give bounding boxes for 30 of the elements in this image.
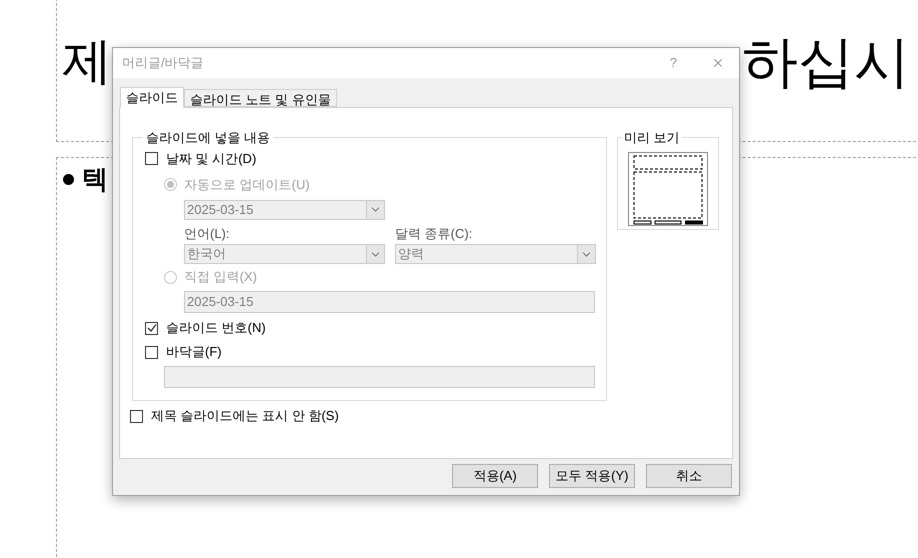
checkbox-label: 슬라이드 번호(N) (166, 319, 266, 338)
calendar-label: 달력 종류(C): (395, 224, 474, 243)
chevron-down-icon (577, 245, 595, 263)
slide-title: 하십시 (742, 29, 910, 95)
language-label: 언어(L): (184, 224, 230, 243)
chevron-down-icon (366, 200, 384, 218)
dialog-button[interactable]: 적용(A) (452, 464, 538, 488)
slide-title: 제 (62, 32, 112, 91)
preview-title: 미리 보기 (623, 129, 681, 147)
bullet-icon (63, 174, 74, 185)
close-icon[interactable] (711, 56, 725, 70)
tab[interactable]: 슬라이드 노트 및 유인물 (184, 89, 337, 107)
radio-label: 직접 입력(X) (184, 268, 257, 286)
window-title: 머리글/바닥글 (122, 54, 205, 72)
dialog-button[interactable]: 모두 적용(Y) (549, 464, 635, 488)
checkbox[interactable] (145, 152, 158, 165)
check-icon (146, 323, 156, 333)
tab[interactable]: 슬라이드 (120, 87, 184, 108)
dialog-button[interactable]: 취소 (646, 464, 732, 488)
checkbox[interactable] (145, 346, 158, 358)
checkbox-label: 바닥글(F) (166, 343, 222, 362)
checkbox[interactable] (145, 322, 158, 334)
slide-body-text: 텍 (82, 163, 108, 196)
group-title: 슬라이드에 넣을 내용 (145, 129, 272, 147)
radio-label: 자동으로 업데이트(U) (184, 176, 310, 194)
checkbox-label: 제목 슬라이드에는 표시 안 함(S) (151, 407, 339, 426)
checkbox[interactable] (130, 410, 143, 422)
checkbox-label: 날짜 및 시간(D) (166, 150, 256, 168)
footer-field[interactable] (164, 366, 595, 388)
chevron-down-icon (366, 245, 384, 263)
